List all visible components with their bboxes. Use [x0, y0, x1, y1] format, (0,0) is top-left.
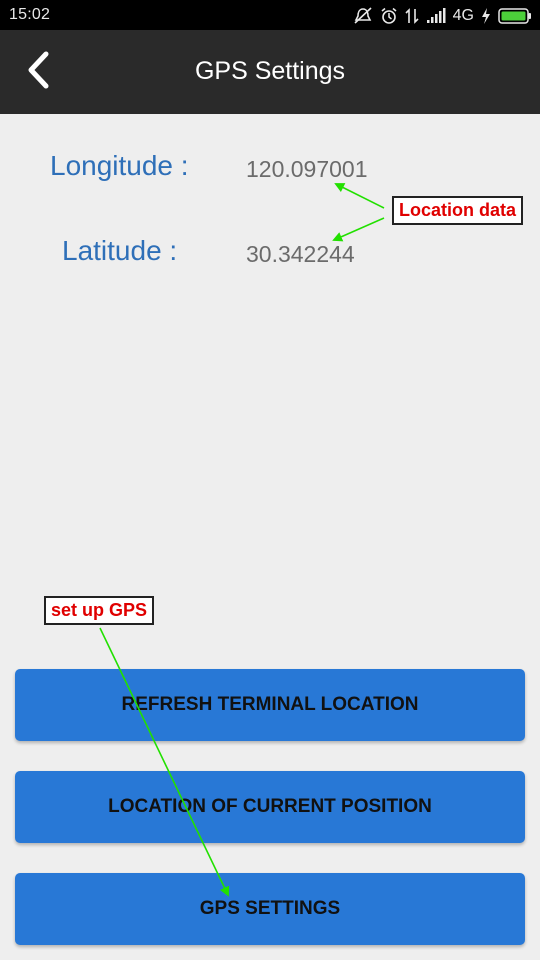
status-icons: 4G	[353, 6, 532, 26]
battery-icon	[498, 7, 532, 25]
status-time: 15:02	[9, 6, 51, 23]
charging-icon	[481, 7, 491, 25]
latitude-value: 30.342244	[246, 241, 355, 267]
gps-settings-button[interactable]: GPS SETTINGS	[15, 873, 525, 945]
network-type: 4G	[452, 7, 474, 24]
page-title: GPS Settings	[194, 57, 346, 85]
arrow-to-longitude	[334, 183, 385, 209]
longitude-label: Longitude :	[50, 150, 189, 181]
refresh-terminal-location-button[interactable]: REFRESH TERMINAL LOCATION	[15, 669, 525, 741]
location-of-current-position-button[interactable]: LOCATION OF CURRENT POSITION	[15, 771, 525, 843]
mute-icon	[353, 7, 373, 25]
longitude-value: 120.097001	[246, 156, 368, 182]
latitude-label: Latitude :	[62, 235, 178, 266]
set-up-gps-annotation: set up GPS	[44, 596, 155, 625]
gps-settings-label: GPS SETTINGS	[199, 898, 341, 919]
refresh-terminal-location-label: REFRESH TERMINAL LOCATION	[121, 694, 419, 715]
status-bar: 15:02 4G	[0, 0, 540, 30]
data-transfer-icon	[405, 7, 419, 25]
app-bar: GPS Settings	[0, 30, 540, 114]
location-of-current-position-label: LOCATION OF CURRENT POSITION	[108, 796, 432, 817]
arrow-to-latitude	[332, 217, 385, 242]
alarm-icon	[380, 7, 398, 25]
location-data-annotation: Location data	[392, 196, 524, 225]
signal-icon	[426, 8, 446, 24]
